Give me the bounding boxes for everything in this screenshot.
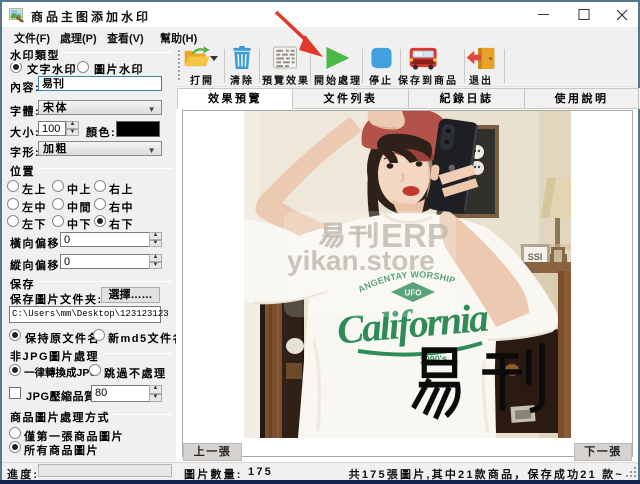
svg-text:SSI: SSI [528, 252, 543, 262]
svg-text:yikan.store: yikan.store [287, 245, 435, 276]
